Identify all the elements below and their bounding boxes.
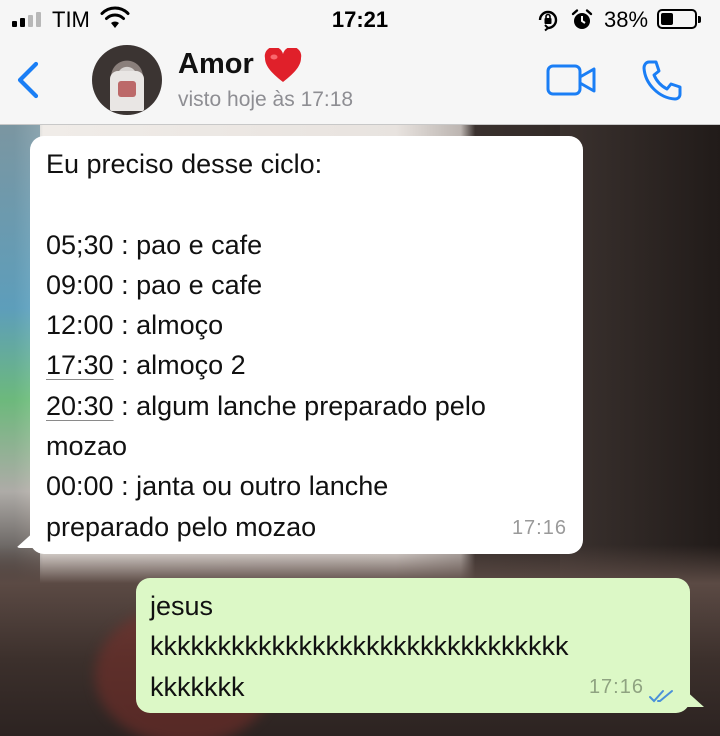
battery-icon [657,9,701,29]
outgoing-message-bubble[interactable]: jesus kkkkkkkkkkkkkkkkkkkkkkkkkkkkkkk kk… [136,578,704,713]
chat-header: Amor visto hoje às 17:18 [0,38,720,125]
message-line: 09:00 : pao e cafe [46,269,263,300]
phone-icon[interactable] [640,58,684,102]
message-line: 05;30 : pao e cafe [46,229,263,260]
message-line: 17:30 : almoço 2 [46,345,567,385]
message-line: 00:00 : janta ou outro lanche [46,471,389,502]
alarm-icon [571,9,593,29]
time-link[interactable]: 20:30 [46,391,114,421]
avatar[interactable] [92,45,162,115]
status-bar: TIM 17:21 38% [0,0,720,38]
last-seen-status: visto hoje às 17:18 [178,88,354,111]
message-line: jesus [150,591,214,621]
heart-icon [264,48,302,82]
message-line: Eu preciso desse ciclo: [46,149,323,179]
message-text: : algum lanche preparado pelo [113,390,486,421]
chevron-left-icon[interactable] [10,58,50,102]
message-timestamp: 17:16 [511,516,567,539]
message-text: : almoço 2 [113,350,246,381]
contact-name[interactable]: Amor [178,48,254,81]
video-call-icon[interactable] [546,64,598,96]
message-line: 20:30 : algum lanche preparado pelo [46,386,567,426]
message-line: 12:00 : almoço [46,310,224,341]
message-line: kkkkkkkkkkkkkkkkkkkkkkkkkkkkkkk [150,631,569,662]
message-timestamp: 17:16 [588,675,644,698]
message-line: mozao [46,431,128,462]
message-line-blank [46,184,567,224]
battery-percent: 38% [604,7,649,32]
double-check-icon [649,690,673,703]
message-line: preparado pelo mozao [46,511,317,542]
time-link[interactable]: 17:30 [46,350,114,380]
rotation-lock-icon [538,10,558,32]
incoming-message-bubble[interactable]: Eu preciso desse ciclo: 05;30 : pao e ca… [16,136,583,554]
